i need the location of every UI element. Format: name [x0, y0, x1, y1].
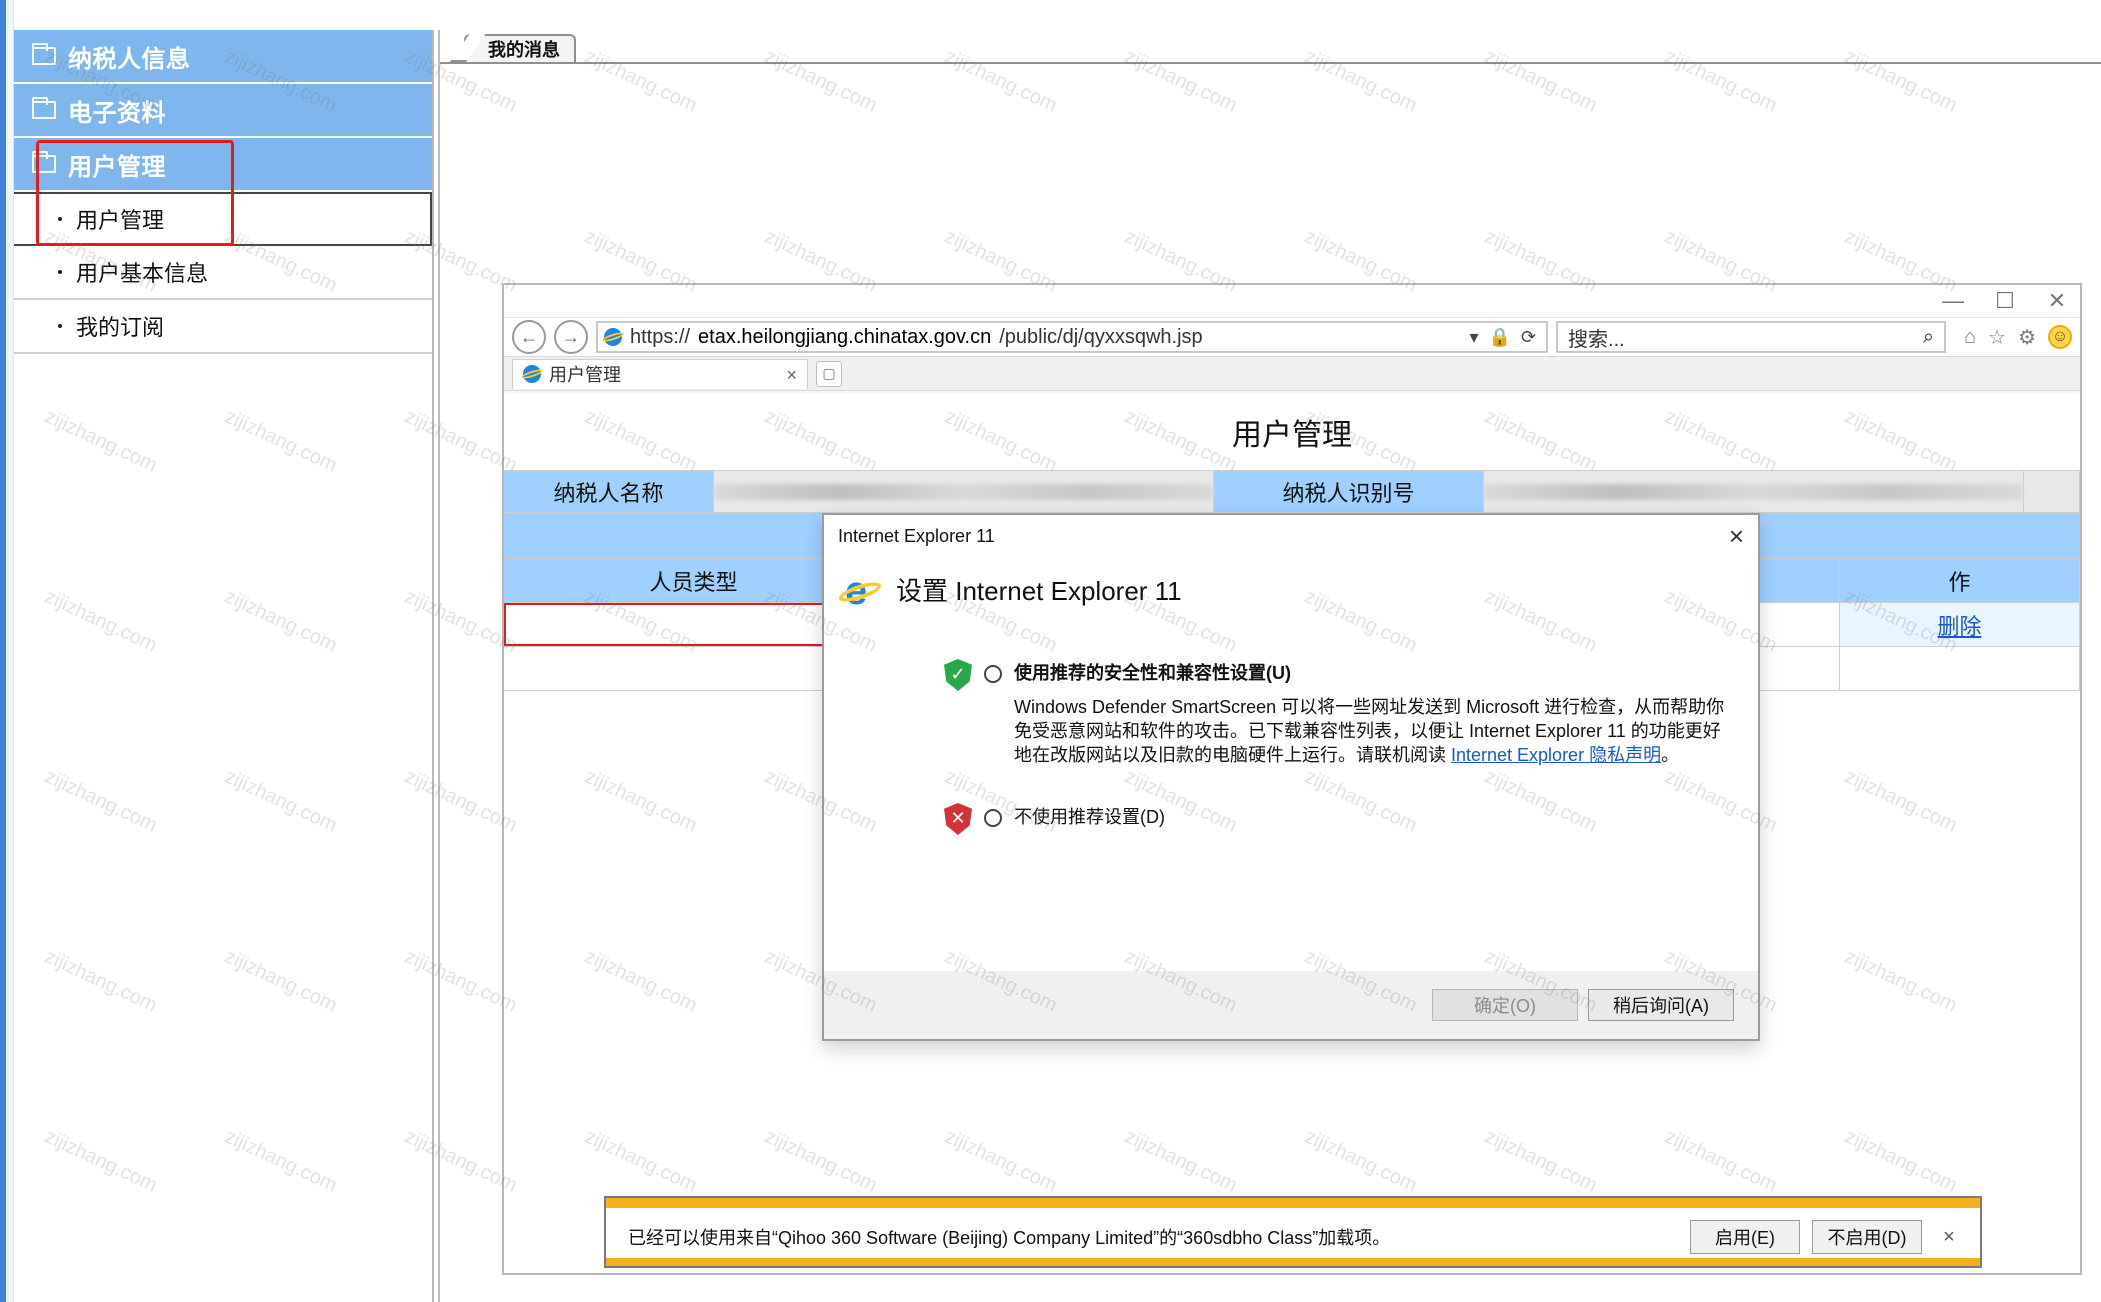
addon-message: 已经可以使用来自“Qihoo 360 Software (Beijing) Co…	[628, 1228, 1391, 1248]
dialog-header: e 设置 Internet Explorer 11	[824, 557, 1758, 615]
tab-ie-icon	[520, 365, 544, 383]
nav-header-electronic-materials[interactable]: 电子资料	[14, 84, 432, 138]
blurred-text	[1484, 483, 2023, 500]
back-button[interactable]: ←	[512, 320, 546, 354]
dialog-close-icon[interactable]: ×	[1729, 521, 1744, 552]
taxpayer-info-row: 纳税人名称 纳税人识别号	[504, 471, 2080, 513]
option-not-recommended: ✕ 不使用推荐设置(D)	[944, 803, 1165, 835]
address-row: ← → https:// etax.heilongjiang.chinatax.g…	[504, 317, 2080, 357]
nav-header-label: 用户管理	[68, 153, 166, 181]
radio-recommended[interactable]	[984, 665, 1002, 683]
ie-logo-icon: e	[836, 567, 884, 613]
browser-tab-user-management[interactable]: 用户管理 ×	[512, 358, 808, 389]
dialog-window-title: Internet Explorer 11	[838, 525, 995, 546]
minimize-icon[interactable]: —	[1940, 288, 1966, 314]
ie-small-icon	[601, 328, 625, 346]
bullet-icon	[58, 217, 62, 221]
taxpayer-name-label: 纳税人名称	[504, 471, 714, 512]
shield-x-icon: ✕	[944, 803, 972, 835]
bullet-icon	[58, 270, 62, 274]
nav-subitem-label: 用户管理	[76, 208, 165, 233]
privacy-statement-link[interactable]: Internet Explorer 隐私声明	[1451, 745, 1661, 765]
addon-row: 已经可以使用来自“Qihoo 360 Software (Beijing) Co…	[628, 1218, 1964, 1256]
left-navigation: 纳税人信息 电子资料 用户管理 用户管理 用户基本信息 我的订阅	[14, 30, 434, 1302]
col-operation-header-partial: 作	[1840, 559, 2080, 602]
search-box[interactable]: 搜索... ⌕	[1556, 321, 1947, 353]
tab-my-messages[interactable]: 我的消息	[464, 34, 576, 62]
folder-icon	[32, 97, 56, 119]
search-icon[interactable]: ⌕	[1923, 326, 1934, 349]
close-tab-icon[interactable]: ×	[786, 365, 797, 386]
taxpayer-name-value-blurred	[714, 471, 1214, 512]
ask-later-button[interactable]: 稍后询问(A)	[1588, 989, 1734, 1021]
folder-icon	[32, 43, 56, 65]
ok-button[interactable]: 确定(O)	[1432, 989, 1578, 1021]
url-host: etax.heilongjiang.chinatax.gov.cn	[698, 325, 992, 348]
taxpayer-id-label: 纳税人识别号	[1214, 471, 1484, 512]
nav-subitem-user-management[interactable]: 用户管理	[14, 192, 432, 246]
table-cell: 删除	[1840, 603, 2080, 646]
new-tab-button[interactable]: ▢	[816, 360, 842, 387]
left-accent-bar	[0, 0, 14, 1302]
browser-tab-title: 用户管理	[549, 365, 621, 385]
table-cell	[1840, 647, 2080, 690]
app-root: 纳税人信息 电子资料 用户管理 用户管理 用户基本信息 我的订阅 我的消息 — …	[0, 0, 2101, 1302]
close-addon-bar-icon[interactable]: ×	[1934, 1226, 1964, 1249]
option-recommended-title[interactable]: 使用推荐的安全性和兼容性设置(U)	[1014, 659, 1734, 685]
nav-header-taxpayer-info[interactable]: 纳税人信息	[14, 30, 432, 84]
shield-check-icon: ✓	[944, 659, 972, 691]
addon-notification-bar: 已经可以使用来自“Qihoo 360 Software (Beijing) Co…	[604, 1196, 1982, 1268]
nav-header-label: 电子资料	[68, 99, 166, 127]
radio-not-recommended[interactable]	[984, 809, 1002, 827]
dialog-top-bar: Internet Explorer 11 ×	[824, 515, 1758, 557]
disable-addon-button[interactable]: 不启用(D)	[1812, 1220, 1922, 1254]
dialog-footer: 确定(O) 稍后询问(A)	[824, 971, 1758, 1039]
empty-cell	[2024, 471, 2080, 512]
bullet-icon	[58, 324, 62, 328]
main-tabstrip: 我的消息	[440, 30, 2101, 64]
maximize-icon[interactable]: ☐	[1992, 288, 2018, 314]
address-icons: ▾ 🔒 ⟳	[1459, 327, 1546, 348]
nav-subitem-label: 我的订阅	[76, 315, 165, 340]
nav-subitem-my-subscriptions[interactable]: 我的订阅	[14, 300, 432, 354]
lock-icon: 🔒	[1488, 326, 1511, 347]
address-bar[interactable]: https:// etax.heilongjiang.chinatax.gov.c…	[596, 321, 1549, 353]
nav-subitem-label: 用户基本信息	[76, 261, 209, 286]
page-title: 用户管理	[504, 393, 2080, 471]
browser-toolbar-right: ⌂ ☆ ⚙ ☺	[1954, 325, 2072, 350]
addon-actions: 启用(E) 不启用(D) ×	[1690, 1220, 1964, 1254]
refresh-icon[interactable]: ⟳	[1521, 327, 1536, 348]
taxpayer-id-value-blurred	[1484, 471, 2024, 512]
option-recommended-text-end: 。	[1661, 745, 1680, 765]
close-icon[interactable]: ✕	[2044, 288, 2070, 314]
delete-link[interactable]: 删除	[1937, 609, 1981, 641]
feedback-smile-icon[interactable]: ☺	[2048, 325, 2072, 349]
browser-tabrow: 用户管理 × ▢	[504, 357, 2080, 391]
favorites-icon[interactable]: ☆	[1988, 325, 2006, 350]
search-placeholder: 搜索...	[1568, 328, 1625, 351]
blurred-text	[714, 483, 1213, 500]
url-path: /public/dj/qyxxsqwh.jsp	[999, 325, 1203, 348]
nav-header-user-management[interactable]: 用户管理	[14, 138, 432, 192]
nav-subitem-user-basic-info[interactable]: 用户基本信息	[14, 246, 432, 300]
url-prefix: https://	[630, 325, 691, 348]
home-icon[interactable]: ⌂	[1964, 326, 1976, 349]
nav-header-label: 纳税人信息	[68, 45, 191, 73]
option-recommended: ✓ 使用推荐的安全性和兼容性设置(U) Windows Defender Sma…	[944, 659, 1734, 767]
forward-button[interactable]: →	[554, 320, 588, 354]
dropdown-icon[interactable]: ▾	[1469, 327, 1478, 348]
folder-icon	[32, 151, 56, 173]
option-not-recommended-title[interactable]: 不使用推荐设置(D)	[1014, 803, 1165, 829]
option-recommended-description: Windows Defender SmartScreen 可以将一些网址发送到 …	[1014, 695, 1734, 767]
enable-addon-button[interactable]: 启用(E)	[1690, 1220, 1800, 1254]
ie-titlebar: — ☐ ✕	[504, 285, 2080, 317]
ie-setup-dialog: Internet Explorer 11 × e 设置 Internet Exp…	[822, 513, 1760, 1041]
tab-label: 我的消息	[488, 40, 560, 60]
dialog-title: 设置 Internet Explorer 11	[896, 575, 1182, 606]
settings-icon[interactable]: ⚙	[2018, 325, 2036, 350]
